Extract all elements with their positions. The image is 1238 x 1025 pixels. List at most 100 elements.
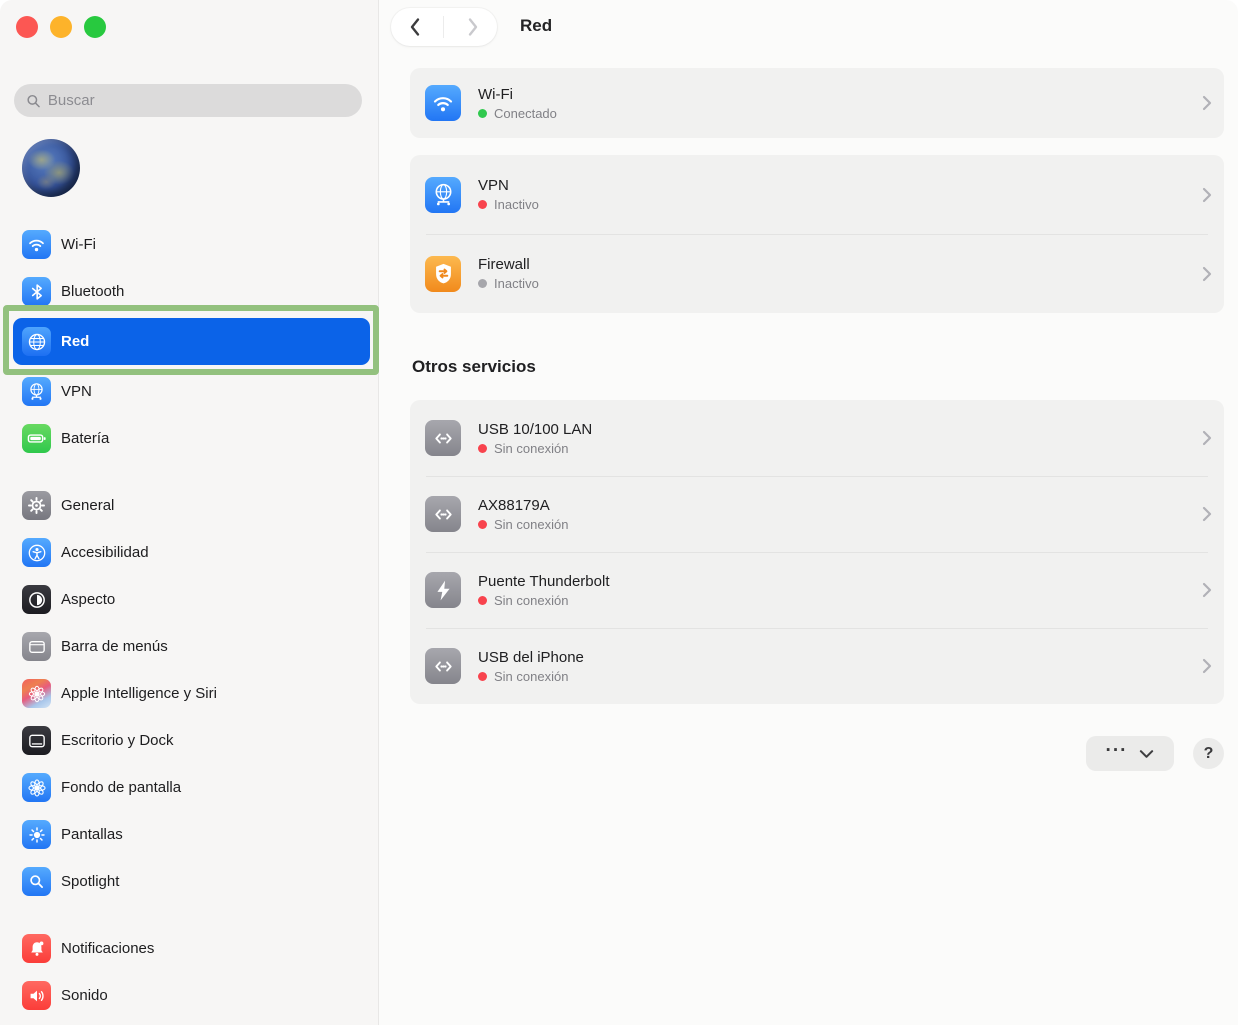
ellipsis-icon: ··· xyxy=(1106,746,1128,762)
back-button[interactable] xyxy=(395,8,435,46)
page-title: Red xyxy=(520,16,552,36)
sidebar-item-bateria[interactable]: Batería xyxy=(13,418,370,459)
sidebar-item-pantallas[interactable]: Pantallas xyxy=(13,814,370,855)
status-dot-red xyxy=(478,596,487,605)
chevron-right-icon xyxy=(1202,506,1212,522)
row-title: USB del iPhone xyxy=(478,649,584,666)
row-title: Wi-Fi xyxy=(478,86,557,103)
ethernet-icon xyxy=(425,648,461,684)
accessibility-icon xyxy=(22,538,51,567)
firewall-row[interactable]: Firewall Inactivo xyxy=(410,234,1224,313)
row-status: Inactivo xyxy=(478,276,539,291)
sidebar-item-notificaciones[interactable]: Notificaciones xyxy=(13,928,370,969)
sidebar-item-wifi[interactable]: Wi-Fi xyxy=(13,224,370,265)
row-title: AX88179A xyxy=(478,497,568,514)
gear-icon xyxy=(22,491,51,520)
sidebar-item-label: VPN xyxy=(61,383,92,400)
sidebar-item-bluetooth[interactable]: Bluetooth xyxy=(13,271,370,312)
sidebar-item-red[interactable]: Red xyxy=(13,318,370,365)
sidebar-item-fondo-de-pantalla[interactable]: Fondo de pantalla xyxy=(13,767,370,808)
dock-icon xyxy=(22,726,51,755)
ethernet-icon xyxy=(425,496,461,532)
appearance-icon xyxy=(22,585,51,614)
main-pane: Red Wi-Fi Conectado xyxy=(380,0,1238,1025)
row-title: USB 10/100 LAN xyxy=(478,421,592,438)
sun-icon xyxy=(22,820,51,849)
wifi-icon xyxy=(425,85,461,121)
wifi-row[interactable]: Wi-Fi Conectado xyxy=(410,68,1224,138)
sidebar-item-label: Sonido xyxy=(61,987,108,1004)
sidebar-item-accesibilidad[interactable]: Accesibilidad xyxy=(13,532,370,573)
nav-group-gap xyxy=(0,465,378,479)
status-dot-gray xyxy=(478,279,487,288)
sidebar-item-apple-intelligence-siri[interactable]: Apple Intelligence y Siri xyxy=(13,673,370,714)
sidebar-item-spotlight[interactable]: Spotlight xyxy=(13,861,370,902)
sidebar-item-label: Notificaciones xyxy=(61,940,154,957)
vpn-row[interactable]: VPN Inactivo xyxy=(410,155,1224,234)
sidebar-item-label: Barra de menús xyxy=(61,638,168,655)
sidebar-item-label: Pantallas xyxy=(61,826,123,843)
zoom-window-button[interactable] xyxy=(84,16,106,38)
menubar-icon xyxy=(22,632,51,661)
nav-divider xyxy=(443,16,444,38)
status-dot-red xyxy=(478,672,487,681)
forward-button[interactable] xyxy=(453,8,493,46)
search-icon xyxy=(26,93,41,109)
chevron-right-icon xyxy=(467,17,479,37)
chevron-right-icon xyxy=(1202,266,1212,282)
sidebar-item-escritorio-y-dock[interactable]: Escritorio y Dock xyxy=(13,720,370,761)
more-options-button[interactable]: ··· xyxy=(1086,736,1174,771)
row-status: Sin conexión xyxy=(478,593,610,608)
row-title: Firewall xyxy=(478,256,539,273)
row-status: Sin conexión xyxy=(478,441,592,456)
vpn-globe-icon xyxy=(425,177,461,213)
ax88179a-row[interactable]: AX88179A Sin conexión xyxy=(410,476,1224,552)
sidebar-item-label: Spotlight xyxy=(61,873,119,890)
sidebar-item-vpn[interactable]: VPN xyxy=(13,371,370,412)
bell-icon xyxy=(22,934,51,963)
help-button[interactable]: ? xyxy=(1193,738,1224,769)
iphone-usb-row[interactable]: USB del iPhone Sin conexión xyxy=(410,628,1224,704)
other-services-card: USB 10/100 LAN Sin conexión AX88179A Sin… xyxy=(410,400,1224,704)
minimize-window-button[interactable] xyxy=(50,16,72,38)
sidebar: Wi-Fi Bluetooth Red VPN xyxy=(0,0,379,1025)
sidebar-item-label: Bluetooth xyxy=(61,283,124,300)
row-status: Inactivo xyxy=(478,197,539,212)
status-dot-red xyxy=(478,444,487,453)
sidebar-item-label: Accesibilidad xyxy=(61,544,149,561)
search-input[interactable] xyxy=(48,92,350,109)
vpn-firewall-card: VPN Inactivo Firewall Inactivo xyxy=(410,155,1224,313)
sidebar-item-label: Apple Intelligence y Siri xyxy=(61,685,217,702)
row-title: Puente Thunderbolt xyxy=(478,573,610,590)
sidebar-item-barra-de-menus[interactable]: Barra de menús xyxy=(13,626,370,667)
battery-icon xyxy=(22,424,51,453)
vpn-globe-icon xyxy=(22,377,51,406)
sidebar-nav: Wi-Fi Bluetooth Red VPN xyxy=(0,224,378,1016)
wallpaper-icon xyxy=(22,773,51,802)
bluetooth-icon xyxy=(22,277,51,306)
close-window-button[interactable] xyxy=(16,16,38,38)
sidebar-item-label: Escritorio y Dock xyxy=(61,732,174,749)
sidebar-item-sonido[interactable]: Sonido xyxy=(13,975,370,1016)
window-controls xyxy=(16,16,106,38)
question-mark-icon: ? xyxy=(1204,745,1214,763)
chevron-down-icon xyxy=(1139,749,1154,759)
sidebar-item-general[interactable]: General xyxy=(13,485,370,526)
earth-avatar[interactable] xyxy=(22,139,80,197)
thunderbolt-bridge-row[interactable]: Puente Thunderbolt Sin conexión xyxy=(410,552,1224,628)
speaker-icon xyxy=(22,981,51,1010)
sidebar-item-label: General xyxy=(61,497,114,514)
chevron-right-icon xyxy=(1202,430,1212,446)
status-dot-green xyxy=(478,109,487,118)
sidebar-item-label: Batería xyxy=(61,430,109,447)
search-field[interactable] xyxy=(14,84,362,117)
usb-lan-row[interactable]: USB 10/100 LAN Sin conexión xyxy=(410,400,1224,476)
firewall-shield-icon xyxy=(425,256,461,292)
globe-icon xyxy=(22,327,51,356)
sidebar-item-aspecto[interactable]: Aspecto xyxy=(13,579,370,620)
nav-group-gap xyxy=(0,908,378,922)
sidebar-item-label: Red xyxy=(61,333,89,350)
sidebar-item-label: Fondo de pantalla xyxy=(61,779,181,796)
ethernet-icon xyxy=(425,420,461,456)
status-dot-red xyxy=(478,200,487,209)
